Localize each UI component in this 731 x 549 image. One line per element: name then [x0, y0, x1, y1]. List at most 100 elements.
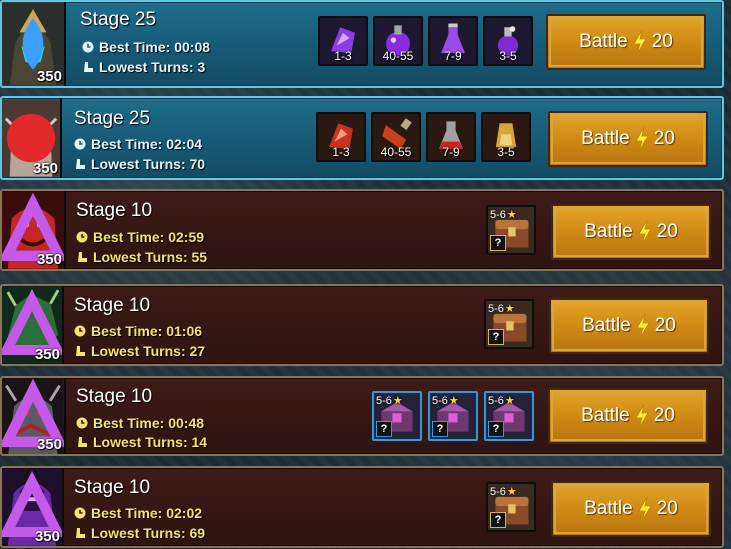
chest-rank-label: 5-6: [488, 302, 504, 315]
battle-label: Battle: [581, 405, 630, 426]
best-time-label: Best Time: 00:08: [99, 39, 211, 55]
energy-cost: 20: [653, 405, 675, 426]
reward-range: 1-3: [332, 145, 350, 159]
battle-button[interactable]: Battle 20: [546, 14, 706, 70]
clock-icon: [74, 325, 86, 337]
stage-row: 350 Stage 10 Best Time: 00:48 Lowest Tur…: [0, 376, 724, 456]
reward-chest[interactable]: 5-6 ★ ?: [486, 205, 536, 255]
reward-chest[interactable]: 5-6 ★ ?: [428, 391, 478, 441]
best-time: Best Time: 02:02: [74, 505, 202, 521]
stage-row: 350 Stage 10 Best Time: 02:59 Lowest Tur…: [0, 189, 724, 271]
lowest-turns-label: Lowest Turns: 27: [91, 343, 206, 359]
clock-icon: [76, 417, 88, 429]
star-icon: ★: [506, 209, 517, 221]
boss-portrait: 350: [2, 98, 62, 178]
best-time-label: Best Time: 02:59: [93, 229, 205, 245]
battle-label: Battle: [582, 315, 631, 336]
chest-rank-label: 5-6: [490, 208, 506, 221]
chest-rank-label: 5-6: [488, 394, 504, 407]
best-time: Best Time: 02:04: [74, 136, 202, 152]
boss-portrait: 350: [2, 468, 64, 546]
reward-chest[interactable]: 5-6 ★ ?: [484, 299, 534, 349]
energy-cost: 20: [653, 128, 675, 149]
reward-range: 7-9: [444, 49, 462, 63]
best-time: Best Time: 01:06: [74, 323, 202, 339]
energy-bolt-icon: [635, 127, 649, 151]
reward-chest[interactable]: 5-6 ★ ?: [486, 482, 536, 532]
reward-item[interactable]: 40-55: [371, 112, 421, 162]
reward-range: 40-55: [382, 49, 414, 63]
battle-button[interactable]: Battle 20: [548, 388, 708, 444]
reward-item[interactable]: 3-5: [481, 112, 531, 162]
question-mark: ?: [488, 421, 504, 437]
chest-rank: 5-6 ★: [488, 394, 515, 408]
stage-title: Stage 25: [74, 108, 151, 129]
stage-row: 350 Stage 10 Best Time: 02:02 Lowest Tur…: [0, 466, 724, 548]
reward-item[interactable]: 1-3: [318, 16, 368, 66]
energy-cost: 20: [656, 221, 678, 242]
clock-icon: [76, 231, 88, 243]
best-time: Best Time: 02:59: [76, 229, 204, 245]
lowest-turns: Lowest Turns: 55: [76, 249, 207, 265]
battle-button[interactable]: Battle 20: [551, 204, 711, 260]
lowest-turns: Lowest Turns: 70: [74, 156, 205, 172]
best-time-label: Best Time: 02:04: [91, 136, 203, 152]
boot-icon: [78, 252, 87, 262]
champion-level: 350: [32, 160, 58, 177]
energy-bolt-icon: [638, 497, 652, 521]
stage-title: Stage 25: [80, 9, 157, 30]
reward-range: 3-5: [499, 49, 517, 63]
boot-icon: [78, 437, 87, 447]
stage-row: 350 Stage 25 Best Time: 00:08 Lowest Tur…: [0, 0, 724, 88]
star-icon: ★: [448, 395, 459, 407]
chest-rank: 5-6 ★: [488, 302, 515, 316]
stage-title: Stage 10: [74, 477, 151, 498]
lowest-turns-label: Lowest Turns: 14: [93, 434, 208, 450]
reward-item[interactable]: 40-55: [373, 16, 423, 66]
boss-portrait: 350: [2, 191, 66, 269]
battle-button[interactable]: Battle 20: [551, 481, 711, 537]
chest-rank: 5-6 ★: [490, 485, 517, 499]
boss-portrait: 350: [2, 378, 66, 454]
star-icon: ★: [392, 395, 403, 407]
boot-icon: [76, 159, 85, 169]
best-time-label: Best Time: 02:02: [91, 505, 203, 521]
reward-item[interactable]: 3-5: [483, 16, 533, 66]
boss-portrait: 350: [2, 2, 66, 86]
lowest-turns: Lowest Turns: 27: [74, 343, 205, 359]
battle-button[interactable]: Battle 20: [549, 298, 709, 354]
reward-chest[interactable]: 5-6 ★ ?: [372, 391, 422, 441]
lowest-turns-label: Lowest Turns: 70: [91, 156, 206, 172]
question-mark: ?: [490, 512, 506, 528]
question-mark: ?: [376, 421, 392, 437]
stage-title: Stage 10: [74, 295, 151, 316]
energy-bolt-icon: [636, 314, 650, 338]
battle-label: Battle: [581, 128, 630, 149]
chest-rank-label: 5-6: [432, 394, 448, 407]
champion-level: 350: [34, 528, 60, 545]
battle-button[interactable]: Battle 20: [548, 111, 708, 167]
clock-icon: [74, 507, 86, 519]
chest-rank: 5-6 ★: [376, 394, 403, 408]
chest-rank: 5-6 ★: [432, 394, 459, 408]
boot-icon: [84, 62, 93, 72]
battle-label: Battle: [584, 221, 633, 242]
energy-bolt-icon: [633, 30, 647, 54]
energy-bolt-icon: [635, 404, 649, 428]
best-time-label: Best Time: 01:06: [91, 323, 203, 339]
lowest-turns: Lowest Turns: 14: [76, 434, 207, 450]
battle-label: Battle: [579, 31, 628, 52]
reward-item[interactable]: 7-9: [428, 16, 478, 66]
energy-cost: 20: [651, 31, 673, 52]
star-icon: ★: [504, 303, 515, 315]
energy-cost: 20: [656, 498, 678, 519]
reward-range: 3-5: [497, 145, 515, 159]
lowest-turns: Lowest Turns: 3: [82, 59, 205, 75]
lowest-turns-label: Lowest Turns: 69: [91, 525, 206, 541]
energy-cost: 20: [654, 315, 676, 336]
lowest-turns-label: Lowest Turns: 55: [93, 249, 208, 265]
reward-range: 7-9: [442, 145, 460, 159]
reward-chest[interactable]: 5-6 ★ ?: [484, 391, 534, 441]
reward-item[interactable]: 1-3: [316, 112, 366, 162]
reward-item[interactable]: 7-9: [426, 112, 476, 162]
